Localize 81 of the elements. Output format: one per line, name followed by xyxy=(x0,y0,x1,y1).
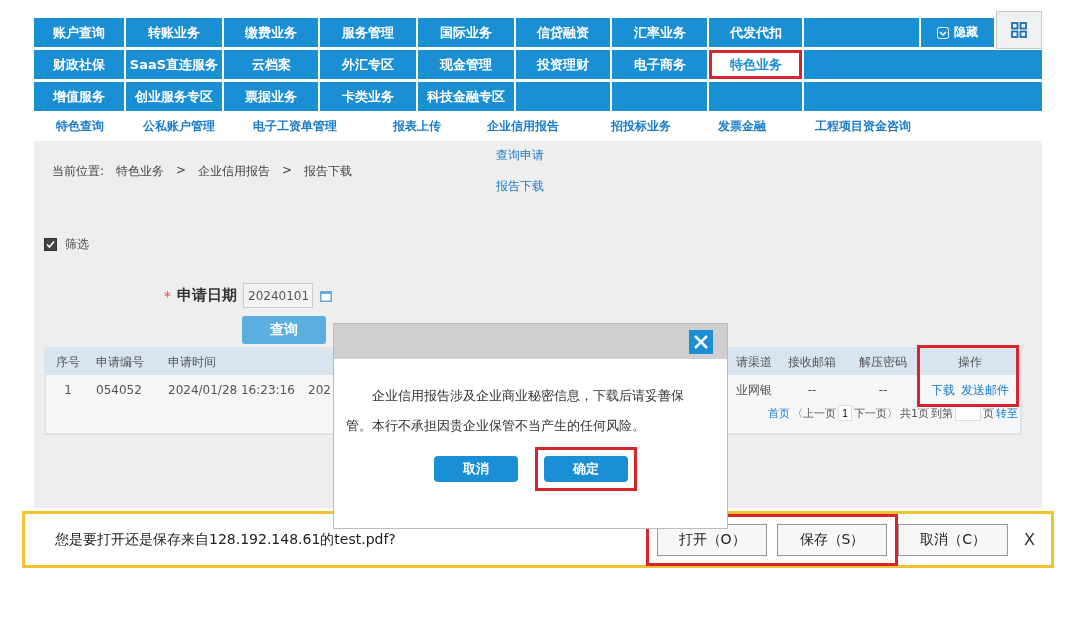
subnav-link[interactable]: 公私账户管理 xyxy=(143,117,215,135)
subnav-link[interactable]: 发票金融 xyxy=(718,117,766,135)
nav-tab[interactable]: 外汇专区 xyxy=(320,50,416,79)
breadcrumb-label: 当前位置: xyxy=(52,163,105,180)
nav-tab[interactable]: 卡类业务 xyxy=(320,82,416,111)
nav-tab[interactable]: 增值服务 xyxy=(34,82,124,111)
nav-tab[interactable]: 科技金融专区 xyxy=(418,82,514,111)
subnav-link[interactable]: 企业信用报告 xyxy=(487,117,559,135)
query-button[interactable]: 查询 xyxy=(242,316,326,344)
nav-tab[interactable]: 财政社保 xyxy=(34,50,124,79)
table-cell-text: 202 xyxy=(307,383,331,397)
nav-tab[interactable]: SaaS直连服务 xyxy=(126,50,222,79)
next-page-link[interactable]: 下一页〉 xyxy=(854,405,898,421)
first-page-link[interactable]: 首页 xyxy=(768,405,790,421)
subnav-link[interactable]: 招投标业务 xyxy=(611,117,671,135)
table-cell: -- xyxy=(878,383,888,397)
table-cell: 1 xyxy=(64,383,72,397)
dropdown-item[interactable]: 查询申请 xyxy=(496,147,544,164)
nav-tab[interactable]: 服务管理 xyxy=(320,18,416,47)
column-header: 序号 xyxy=(56,353,80,371)
table-cell-text: 2024/01/28 16:23:16 xyxy=(167,383,295,397)
column-header: 申请编号 xyxy=(95,353,144,371)
dropdown-item[interactable]: 报告下载 xyxy=(496,178,544,195)
grid-menu-button[interactable] xyxy=(996,11,1042,49)
breadcrumb-item: 企业信用报告 xyxy=(198,163,271,180)
required-mark: * xyxy=(164,287,171,304)
download-button[interactable]: 保存（S） xyxy=(777,523,888,556)
goto-label: 到第 xyxy=(931,405,953,421)
table-cell-text: 054052 xyxy=(95,383,142,397)
nav-tab[interactable]: 电子商务 xyxy=(612,50,707,79)
nav-tab[interactable]: 创业服务专区 xyxy=(126,82,222,111)
nav-tab[interactable]: 转账业务 xyxy=(126,18,222,47)
filter-label: 筛选 xyxy=(65,236,89,253)
grid-icon xyxy=(1011,22,1027,38)
column-header: 解压密码 xyxy=(859,353,907,371)
filter-checkbox[interactable] xyxy=(44,238,57,251)
action-link[interactable]: 发送邮件 xyxy=(960,381,1009,399)
table-cell-text: 业网银 xyxy=(735,381,772,399)
nav-tab[interactable]: 汇率业务 xyxy=(612,18,707,47)
dialog-message: 企业信用报告涉及企业商业秘密信息，下载后请妥善保管。本行不承担因贵企业保管不当产生的任何风险。 xyxy=(346,387,685,435)
download-button[interactable]: 取消（C） xyxy=(898,523,1009,556)
close-button[interactable] xyxy=(689,329,713,354)
nav-tab[interactable]: 账户查询 xyxy=(34,18,124,47)
nav-tab[interactable]: 云档案 xyxy=(224,50,318,79)
calendar-icon[interactable] xyxy=(319,288,333,303)
nav-tab[interactable]: 投资理财 xyxy=(516,50,610,79)
collapse-icon xyxy=(937,26,949,39)
action-link[interactable]: 下载 xyxy=(930,381,955,399)
breadcrumb-separator: > xyxy=(176,163,187,179)
hide-button[interactable]: 隐藏 xyxy=(921,18,994,47)
nav-tab[interactable]: 缴费业务 xyxy=(224,18,318,47)
nav-tab[interactable]: 代发代扣 xyxy=(709,18,802,47)
column-header: 申请时间 xyxy=(167,353,216,371)
breadcrumb-item: 特色业务 xyxy=(116,163,165,180)
column-header: 接收邮箱 xyxy=(788,353,836,371)
date-field[interactable]: 20240101 xyxy=(243,283,313,308)
breadcrumb-item: 报告下载 xyxy=(304,163,353,180)
prev-page-link[interactable]: 〈上一页 xyxy=(792,405,836,421)
column-header: 请渠道 xyxy=(735,353,772,371)
nav-tab[interactable]: 现金管理 xyxy=(418,50,514,79)
nav-tab[interactable]: 票据业务 xyxy=(224,82,318,111)
download-message: 您是要打开还是保存来自128.192.148.61的test.pdf? xyxy=(55,530,397,549)
subnav-link[interactable]: 电子工资单管理 xyxy=(253,117,337,135)
nav-tab[interactable]: 信贷融资 xyxy=(516,18,610,47)
go-link[interactable]: 转至 xyxy=(996,405,1018,421)
page-unit: 页 xyxy=(983,405,994,421)
subnav-link[interactable]: 工程项目资金咨询 xyxy=(815,117,911,135)
page-number[interactable]: 1 xyxy=(838,405,852,421)
date-label: 申请日期 xyxy=(177,286,237,305)
nav-tab[interactable]: 国际业务 xyxy=(418,18,514,47)
column-header: 操作 xyxy=(957,353,982,371)
table-cell: -- xyxy=(807,383,817,397)
breadcrumb-separator: > xyxy=(282,163,293,179)
nav-tab[interactable]: 特色业务 xyxy=(709,50,802,79)
subnav-link[interactable]: 报表上传 xyxy=(393,117,441,135)
subnav-link[interactable]: 特色查询 xyxy=(56,117,104,135)
dialog-button[interactable]: 取消 xyxy=(433,456,518,482)
page-total: 共1页 xyxy=(900,405,929,421)
close-icon xyxy=(693,333,709,350)
close-button[interactable]: X xyxy=(1024,530,1035,549)
dialog-button[interactable]: 确定 xyxy=(543,456,628,482)
